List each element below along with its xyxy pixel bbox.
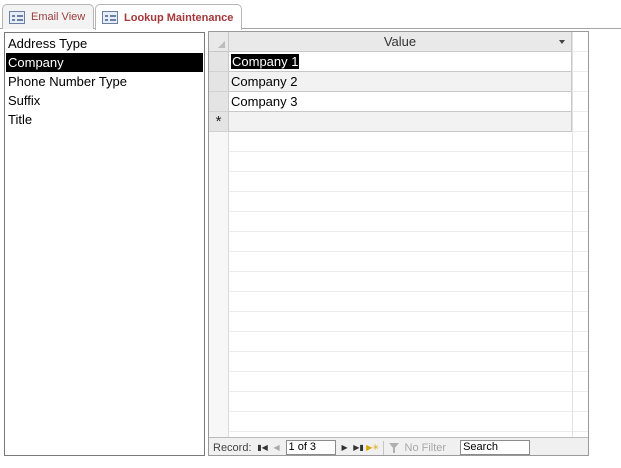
new-record-row: * — [209, 112, 573, 132]
list-item-phone-number-type[interactable]: Phone Number Type — [5, 72, 204, 91]
next-record-icon[interactable]: ▶ — [338, 440, 352, 456]
list-item-suffix[interactable]: Suffix — [5, 91, 204, 110]
new-record-icon[interactable]: ▶✳ — [366, 440, 380, 456]
table-row: Company 3 — [209, 92, 573, 112]
new-value-cell[interactable] — [229, 112, 572, 132]
list-item-company[interactable]: Company — [6, 53, 203, 72]
table-row: Company 2 — [209, 72, 573, 92]
record-selector[interactable] — [209, 52, 229, 72]
value-cell[interactable]: Company 2 — [229, 72, 572, 92]
select-all-button[interactable] — [209, 32, 229, 52]
navbar-divider — [382, 440, 384, 455]
search-input[interactable]: Search — [460, 440, 531, 455]
tab-email-view[interactable]: Email View — [2, 4, 95, 29]
cell-text: Company 3 — [231, 94, 298, 109]
filter-icon — [388, 442, 402, 454]
lookup-values-datasheet: Value Company 1 Company 2 Company 3 * Re… — [208, 31, 589, 456]
prev-record-icon[interactable]: ◀ — [270, 440, 284, 456]
form-icon — [102, 11, 118, 24]
cell-text: Company 2 — [231, 74, 298, 89]
last-record-icon[interactable]: ▶▮ — [352, 440, 366, 456]
filter-label: No Filter — [404, 441, 447, 454]
current-record-input[interactable]: 1 of 3 — [285, 440, 336, 455]
list-item-address-type[interactable]: Address Type — [5, 34, 204, 53]
record-navigation-bar: Record: ▮◀ ◀ 1 of 3 ▶ ▶▮ ▶✳ No Filter Se… — [209, 437, 588, 456]
cell-text: Company 1 — [231, 54, 300, 69]
tab-label: Email View — [31, 11, 86, 23]
record-label: Record: — [213, 441, 252, 454]
column-header-value[interactable]: Value — [229, 32, 572, 52]
chevron-down-icon[interactable] — [559, 40, 565, 44]
record-selector[interactable] — [209, 92, 229, 112]
tab-label: Lookup Maintenance — [124, 11, 234, 24]
first-record-icon[interactable]: ▮◀ — [256, 440, 270, 456]
new-record-selector[interactable]: * — [209, 112, 229, 132]
lookup-type-list[interactable]: Address Type Company Phone Number Type S… — [4, 32, 205, 456]
datasheet-header-row: Value — [209, 32, 588, 52]
value-cell[interactable]: Company 1 — [229, 52, 572, 72]
column-header-label: Value — [383, 34, 417, 49]
no-filter-button[interactable]: No Filter — [388, 441, 447, 454]
tab-lookup-maintenance[interactable]: Lookup Maintenance — [95, 4, 243, 30]
list-item-title[interactable]: Title — [5, 110, 204, 129]
record-selector[interactable] — [209, 72, 229, 92]
form-icon — [9, 10, 25, 24]
document-tab-strip: Email View Lookup Maintenance — [0, 0, 621, 30]
table-row: Company 1 — [209, 52, 573, 72]
value-cell[interactable]: Company 3 — [229, 92, 572, 112]
